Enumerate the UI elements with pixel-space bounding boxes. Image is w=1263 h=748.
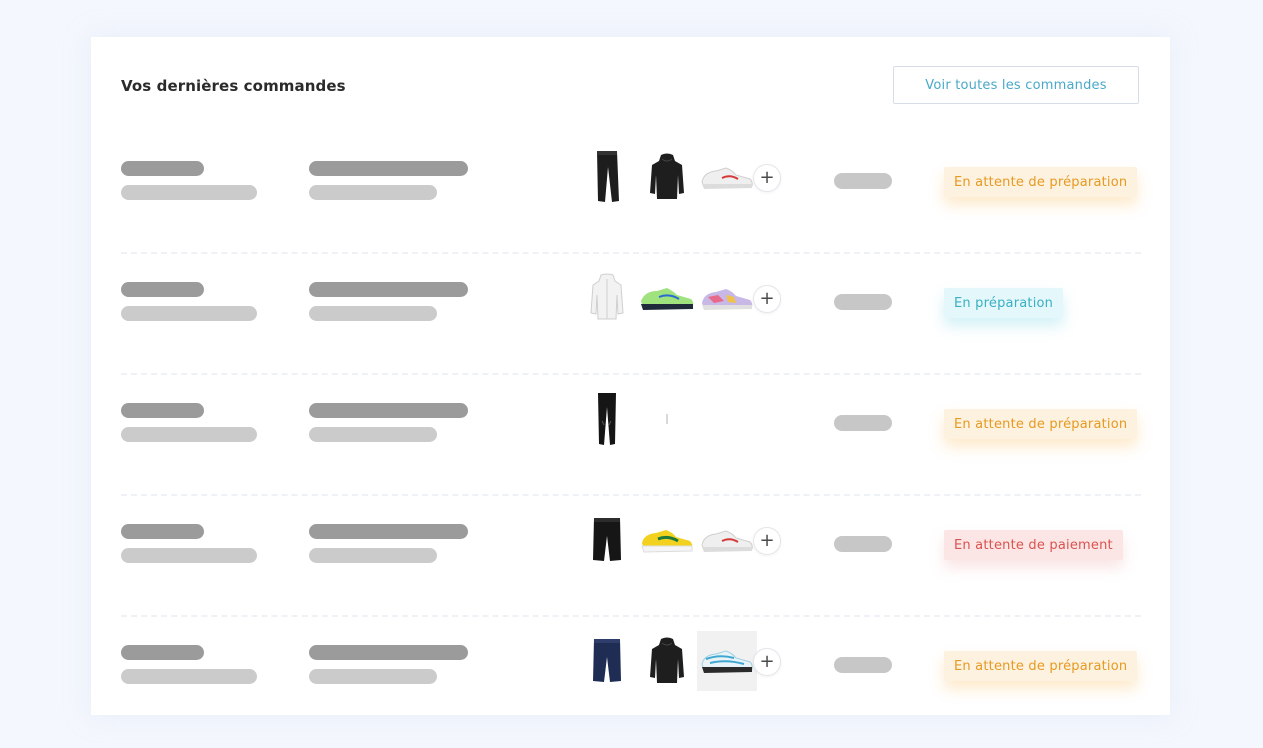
order-date-placeholder bbox=[121, 427, 257, 442]
black-hoodie-icon bbox=[637, 631, 697, 691]
order-row[interactable]: + En préparation bbox=[121, 254, 1141, 375]
status-badge: En attente de préparation bbox=[944, 167, 1138, 197]
customer-name-placeholder bbox=[309, 403, 468, 418]
order-row[interactable]: + En attente de préparation bbox=[121, 133, 1141, 254]
customer-detail-placeholder bbox=[309, 185, 437, 200]
more-items-button[interactable]: + bbox=[753, 164, 781, 192]
order-date-placeholder bbox=[121, 306, 257, 321]
status-badge: En attente de préparation bbox=[944, 409, 1138, 439]
yellow-green-sneaker-icon bbox=[637, 510, 697, 570]
black-shorts-icon bbox=[577, 510, 637, 570]
order-items: + bbox=[577, 510, 787, 572]
card-title: Vos dernières commandes bbox=[121, 77, 346, 95]
small-sock-icon bbox=[637, 389, 697, 449]
white-jacket-icon bbox=[577, 268, 637, 328]
order-id-placeholder bbox=[121, 524, 204, 539]
order-items: + bbox=[577, 268, 787, 330]
order-date-placeholder bbox=[121, 548, 257, 563]
order-items bbox=[577, 389, 787, 451]
order-id-placeholder bbox=[121, 161, 204, 176]
order-items: + bbox=[577, 147, 787, 209]
white-sneaker-icon bbox=[697, 510, 757, 570]
order-id-placeholder bbox=[121, 282, 204, 297]
order-total-placeholder bbox=[834, 173, 892, 189]
order-row[interactable]: En attente de préparation bbox=[121, 375, 1141, 496]
customer-detail-placeholder bbox=[309, 548, 437, 563]
more-items-button[interactable]: + bbox=[753, 527, 781, 555]
order-total-placeholder bbox=[834, 536, 892, 552]
order-items: + bbox=[577, 631, 787, 693]
order-total-placeholder bbox=[834, 657, 892, 673]
customer-name-placeholder bbox=[309, 282, 468, 297]
customer-name-placeholder bbox=[309, 524, 468, 539]
white-sneaker-icon bbox=[697, 147, 757, 207]
customer-detail-placeholder bbox=[309, 306, 437, 321]
blue-air-max-icon bbox=[697, 631, 757, 691]
order-total-placeholder bbox=[834, 415, 892, 431]
order-date-placeholder bbox=[121, 669, 257, 684]
customer-name-placeholder bbox=[309, 645, 468, 660]
latest-orders-card: Vos dernières commandes Voir toutes les … bbox=[91, 37, 1170, 715]
multicolor-sneaker-icon bbox=[697, 268, 757, 328]
order-id-placeholder bbox=[121, 403, 204, 418]
green-running-shoe-icon bbox=[637, 268, 697, 328]
order-id-placeholder bbox=[121, 645, 204, 660]
customer-name-placeholder bbox=[309, 161, 468, 176]
black-track-pants-icon bbox=[577, 147, 637, 207]
order-row[interactable]: + En attente de paiement bbox=[121, 496, 1141, 617]
status-badge: En attente de préparation bbox=[944, 651, 1138, 681]
view-all-orders-button[interactable]: Voir toutes les commandes bbox=[893, 66, 1139, 104]
black-tights-icon bbox=[577, 389, 637, 449]
more-items-button[interactable]: + bbox=[753, 285, 781, 313]
order-date-placeholder bbox=[121, 185, 257, 200]
more-items-button[interactable]: + bbox=[753, 648, 781, 676]
status-badge: En attente de paiement bbox=[944, 530, 1123, 560]
black-hoodie-icon bbox=[637, 147, 697, 207]
navy-shorts-icon bbox=[577, 631, 637, 691]
customer-detail-placeholder bbox=[309, 427, 437, 442]
status-badge: En préparation bbox=[944, 288, 1064, 318]
order-total-placeholder bbox=[834, 294, 892, 310]
customer-detail-placeholder bbox=[309, 669, 437, 684]
order-row[interactable]: + En attente de préparation bbox=[121, 617, 1141, 738]
